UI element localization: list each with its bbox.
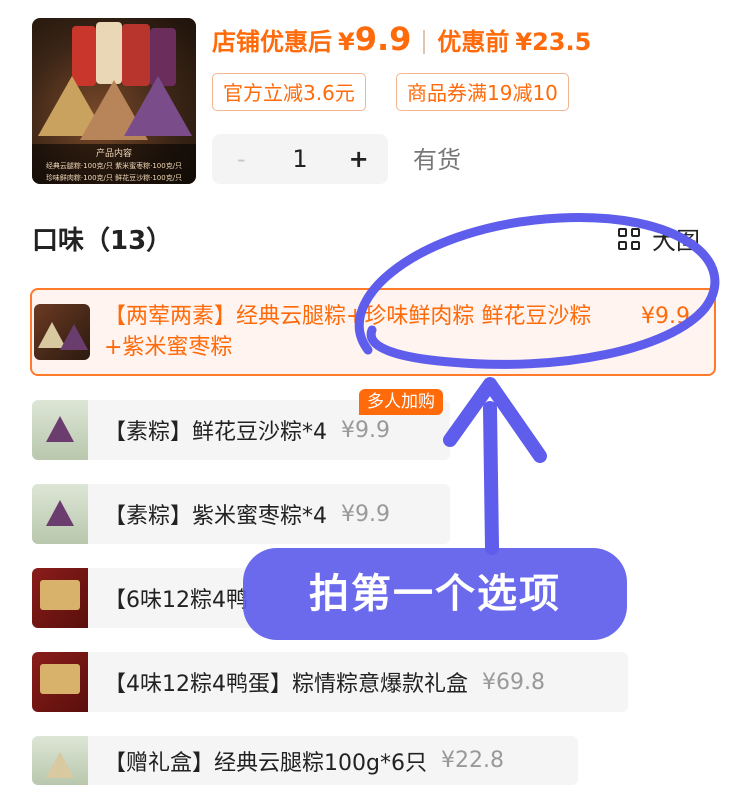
option-label: 【素粽】鲜花豆沙粽*4 bbox=[104, 420, 327, 445]
option-purple-rice[interactable]: 【素粽】紫米蜜枣粽*4 ¥9.9 bbox=[32, 484, 450, 544]
product-thumbnail[interactable]: 产品内容 经典云腿粽·100克/只 紫米蜜枣粽·100克/只 珍味鲜肉粽·100… bbox=[32, 18, 196, 184]
price-divider bbox=[423, 30, 426, 54]
caption-title: 产品内容 bbox=[95, 149, 132, 159]
gift-box-icon bbox=[40, 664, 80, 694]
after-discount-label: 店铺优惠后 bbox=[212, 28, 332, 56]
arrow-up-icon bbox=[443, 377, 547, 555]
increase-button[interactable]: + bbox=[329, 134, 388, 184]
price-row: 店铺优惠后 ¥ 9.9 优惠前 ¥23.5 bbox=[212, 20, 591, 64]
option-thumbnail bbox=[32, 484, 88, 544]
option-price: ¥9.9 bbox=[341, 501, 390, 527]
option-gift-box-4-flavor[interactable]: 【4味12粽4鸭蛋】粽情粽意爆款礼盒 ¥69.8 bbox=[32, 652, 628, 712]
stock-status: 有货 bbox=[413, 146, 461, 174]
package-cream bbox=[96, 22, 122, 84]
decrease-button[interactable]: - bbox=[212, 134, 271, 184]
thumbnail-caption: 产品内容 经典云腿粽·100克/只 紫米蜜枣粽·100克/只 珍味鲜肉粽·100… bbox=[32, 144, 196, 184]
coupon-tag: 商品券满19减10 bbox=[396, 73, 569, 111]
quantity-value[interactable]: 1 bbox=[271, 134, 330, 184]
option-thumbnail bbox=[32, 736, 88, 785]
option-label: 【两荤两素】经典云腿粽+珍味鲜肉粽 鲜花豆沙粽+紫米蜜枣粽 bbox=[104, 304, 592, 360]
option-price: ¥22.8 bbox=[440, 748, 504, 773]
option-label: 【素粽】紫米蜜枣粽*4 bbox=[104, 504, 327, 529]
before-discount-label: 优惠前 bbox=[437, 28, 510, 56]
caption-line-1: 经典云腿粽·100克/只 紫米蜜枣粽·100克/只 bbox=[45, 162, 183, 170]
before-discount-price: ¥23.5 bbox=[515, 28, 592, 56]
large-image-toggle[interactable]: 大图 bbox=[652, 222, 700, 260]
option-thumbnail bbox=[32, 400, 88, 460]
official-discount-tag: 官方立减3.6元 bbox=[212, 73, 366, 111]
mini-zongzi-purple-icon bbox=[60, 324, 88, 350]
gift-box-icon bbox=[40, 580, 80, 610]
popular-badge: 多人加购 bbox=[359, 389, 443, 415]
mini-zongzi-icon bbox=[46, 416, 74, 442]
grid-view-icon[interactable] bbox=[618, 228, 642, 252]
option-two-meat-two-veg[interactable]: 【两荤两素】经典云腿粽+珍味鲜肉粽 鲜花豆沙粽+紫米蜜枣粽 ¥9.9 bbox=[30, 288, 716, 376]
after-discount-price: 9.9 bbox=[354, 20, 412, 58]
option-thumbnail bbox=[34, 304, 90, 360]
option-price: ¥9.9 bbox=[341, 417, 390, 443]
option-label: 【赠礼盒】经典云腿粽100g*6只 bbox=[104, 750, 427, 776]
option-thumbnail bbox=[32, 568, 88, 628]
instruction-callout: 拍第一个选项 bbox=[243, 548, 627, 640]
after-discount-yen: ¥ bbox=[338, 28, 355, 56]
option-label: 【6味12粽4鸭 bbox=[104, 588, 248, 613]
mini-zongzi-icon bbox=[46, 500, 74, 526]
mini-zongzi-icon bbox=[46, 752, 74, 778]
caption-line-2: 珍味鲜肉粽·100克/只 鲜花豆沙粽·100克/只 bbox=[45, 174, 183, 182]
option-thumbnail bbox=[32, 652, 88, 712]
option-gift-ham[interactable]: 【赠礼盒】经典云腿粽100g*6只 ¥22.8 bbox=[32, 736, 578, 785]
zongzi-3 bbox=[124, 76, 192, 136]
option-price: ¥9.9 bbox=[641, 304, 690, 329]
option-label: 【4味12粽4鸭蛋】粽情粽意爆款礼盒 bbox=[104, 672, 468, 697]
option-price: ¥69.8 bbox=[482, 669, 545, 695]
quantity-stepper[interactable]: - 1 + bbox=[212, 134, 388, 184]
flavor-section-title: 口味（13） bbox=[32, 226, 173, 256]
